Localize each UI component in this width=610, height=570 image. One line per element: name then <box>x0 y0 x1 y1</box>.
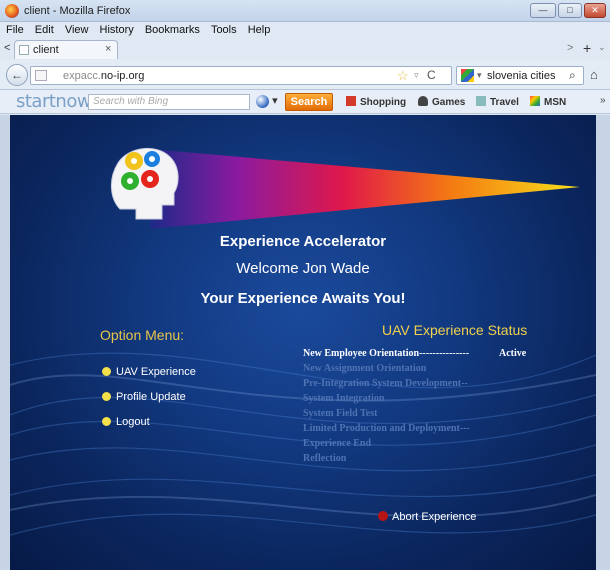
reload-button[interactable]: C <box>427 68 436 82</box>
back-button[interactable]: ← <box>6 64 28 86</box>
window-titlebar: client - Mozilla Firefox — □ ✕ <box>0 0 610 22</box>
minimize-button[interactable]: — <box>530 3 556 18</box>
toolbar-link-msn[interactable]: MSN <box>530 96 566 108</box>
games-icon <box>418 96 428 106</box>
tagline: Your Experience Awaits You! <box>200 290 406 307</box>
bookmark-star-icon[interactable]: ☆ <box>397 68 409 84</box>
status-state: Active <box>499 348 527 359</box>
bing-search-input[interactable]: Search with Bing <box>88 94 250 110</box>
startnow-toolbar: startnow Search with Bing ▾ Search Shopp… <box>0 90 610 114</box>
search-engine-dropdown-icon[interactable]: ▾ <box>477 70 482 81</box>
page-title: Experience Accelerator <box>219 233 387 250</box>
travel-icon <box>476 96 486 106</box>
tab-close-icon[interactable]: × <box>105 43 111 55</box>
new-tab-button[interactable]: + <box>583 40 591 56</box>
toolbar-link-travel[interactable]: Travel <box>476 96 519 108</box>
toolbar-link-games[interactable]: Games <box>418 96 465 108</box>
toolbar-overflow-button[interactable]: » <box>600 95 606 106</box>
abort-experience-button[interactable]: Abort Experience <box>378 511 476 523</box>
search-bar[interactable]: ▾ slovenia cities ⌕ <box>456 66 584 85</box>
status-row: New Assignment Orientation <box>303 363 427 374</box>
toolbar-link-shopping[interactable]: Shopping <box>346 96 406 108</box>
toolbar-search-button[interactable]: Search <box>285 93 333 111</box>
status-row: Pre-Integration System Development-- <box>303 378 468 389</box>
menu-view[interactable]: View <box>65 22 89 38</box>
head-gears-logo <box>111 147 179 220</box>
tab-client[interactable]: client × <box>14 40 118 59</box>
site-identity-icon[interactable] <box>35 70 47 81</box>
startnow-logo[interactable]: startnow <box>16 91 92 112</box>
experience-beam-graphic <box>150 149 580 229</box>
search-engine-icon[interactable] <box>461 69 474 82</box>
firefox-logo-icon <box>5 4 19 18</box>
maximize-button[interactable]: □ <box>558 3 582 18</box>
bing-dropdown-icon: ▾ <box>272 95 278 107</box>
status-row: System Field Test <box>303 408 378 419</box>
navigation-bar: ← expacc.no-ip.org ☆ ▿ C ▾ slovenia citi… <box>0 60 610 90</box>
status-row: Experience End <box>303 438 372 449</box>
page-favicon-icon <box>19 45 29 55</box>
menu-edit[interactable]: Edit <box>35 22 54 38</box>
status-row: Reflection <box>303 453 347 464</box>
status-row: Limited Production and Deployment--- <box>303 423 470 434</box>
search-icon[interactable]: ⌕ <box>569 68 576 83</box>
url-bar[interactable]: expacc.no-ip.org ☆ ▿ C <box>30 66 452 85</box>
tab-scroll-left-button[interactable]: < <box>4 42 10 54</box>
menu-history[interactable]: History <box>100 22 134 38</box>
menu-bar: File Edit View History Bookmarks Tools H… <box>0 22 610 38</box>
search-input[interactable]: slovenia cities <box>487 70 555 82</box>
tab-label: client <box>33 44 59 56</box>
status-row: New Employee Orientation--------------- A… <box>303 348 527 359</box>
red-dot-icon <box>378 511 388 521</box>
page-content: Experience Accelerator Welcome Jon Wade … <box>10 115 596 570</box>
shopping-icon <box>346 96 356 106</box>
tab-bar: < client × > + ⌄ <box>0 38 610 60</box>
window-title: client - Mozilla Firefox <box>24 5 131 17</box>
menu-tools[interactable]: Tools <box>211 22 237 38</box>
option-profile-update[interactable]: Profile Update <box>102 391 186 403</box>
window-frame-right <box>596 115 610 570</box>
url-history-dropdown-icon[interactable]: ▿ <box>414 70 419 81</box>
url-text[interactable]: expacc.no-ip.org <box>63 70 144 82</box>
option-menu-title: Option Menu: <box>100 327 185 343</box>
window-frame-left <box>0 115 10 570</box>
close-window-button[interactable]: ✕ <box>584 3 606 18</box>
menu-bookmarks[interactable]: Bookmarks <box>145 22 200 38</box>
status-row: System Integration <box>303 393 385 404</box>
option-uav-experience[interactable]: UAV Experience <box>102 366 196 378</box>
tab-scroll-right-button[interactable]: > <box>567 42 573 54</box>
home-button[interactable]: ⌂ <box>590 67 598 82</box>
status-title: UAV Experience Status <box>382 322 528 338</box>
option-logout[interactable]: Logout <box>102 416 150 428</box>
bullet-icon <box>102 392 111 401</box>
list-all-tabs-button[interactable]: ⌄ <box>598 42 606 53</box>
bing-engine-button[interactable]: ▾ <box>256 94 282 110</box>
menu-help[interactable]: Help <box>248 22 271 38</box>
menu-file[interactable]: File <box>6 22 24 38</box>
msn-icon <box>530 96 540 106</box>
bullet-icon <box>102 417 111 426</box>
welcome-message: Welcome Jon Wade <box>236 260 370 277</box>
bullet-icon <box>102 367 111 376</box>
globe-icon <box>256 94 269 108</box>
